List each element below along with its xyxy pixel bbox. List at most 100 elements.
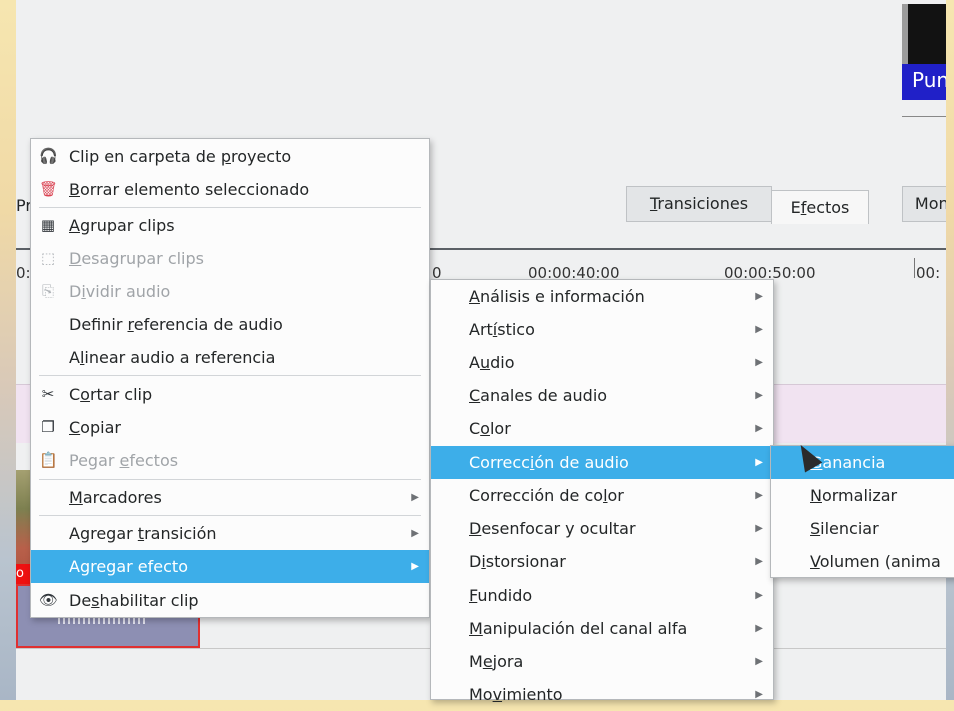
submenu-item-audio-correction[interactable]: Corrección de audio ▶ — [431, 446, 773, 479]
submenu-arrow-icon: ▶ — [755, 357, 763, 368]
submenu-item-distort[interactable]: Distorsionar ▶ — [431, 545, 773, 578]
menu-item-label: Distorsionar — [469, 552, 566, 571]
submenu-arrow-icon: ▶ — [755, 623, 763, 634]
submenu-arrow-icon: ▶ — [755, 291, 763, 302]
menu-item-align-audio[interactable]: Alinear audio a referencia — [31, 341, 429, 374]
submenu-arrow-icon: ▶ — [755, 423, 763, 434]
submenu-item-color-correction[interactable]: Corrección de color ▶ — [431, 479, 773, 512]
tab-label: Moni — [914, 194, 946, 213]
menu-item-label: Agrupar clips — [69, 216, 175, 235]
group-icon: ▦ — [40, 216, 56, 234]
submenu-arrow-icon: ▶ — [755, 556, 763, 567]
submenu-item-motion[interactable]: Movimiento ▶ — [431, 678, 773, 711]
menu-item-label: Desagrupar clips — [69, 249, 204, 268]
menu-item-label: Corrección de color — [469, 486, 624, 505]
menu-item-label: Copiar — [69, 418, 121, 437]
submenu-item-audio[interactable]: Audio ▶ — [431, 346, 773, 379]
menu-item-ungroup-clips[interactable]: ⬚ Desagrupar clips — [31, 242, 429, 275]
menu-item-label: Corrección de audio — [469, 453, 629, 472]
menu-item-label: Pegar efectos — [69, 451, 179, 470]
tab-effects[interactable]: Efectos — [771, 190, 869, 224]
menu-item-label: Artístico — [469, 320, 535, 339]
menu-item-label: Definir referencia de audio — [69, 315, 283, 334]
tab-label: ransiciones — [657, 194, 749, 213]
menu-item-label: Agregar efecto — [69, 557, 188, 576]
submenu-item-audio-channels[interactable]: Canales de audio ▶ — [431, 379, 773, 412]
submenu-item-blur-hide[interactable]: Desenfocar y ocultar ▶ — [431, 512, 773, 545]
menu-item-label: Marcadores — [69, 488, 162, 507]
scissors-icon: ✂ — [41, 385, 55, 403]
trash-icon: 🗑 — [39, 180, 59, 198]
split-audio-icon: ⎘ — [41, 282, 54, 300]
submenu-arrow-icon: ▶ — [411, 528, 419, 539]
menu-item-group-clips[interactable]: ▦ Agrupar clips — [31, 209, 429, 242]
ruler-tick-label: 00: — [916, 264, 941, 282]
submenu-arrow-icon: ▶ — [755, 390, 763, 401]
ungroup-icon: ⬚ — [40, 249, 56, 267]
menu-item-disable-clip[interactable]: 👁 Deshabilitar clip — [31, 584, 429, 617]
menu-item-label: Borrar elemento seleccionado — [69, 180, 310, 199]
menu-item-label: Análisis e información — [469, 287, 645, 306]
submenu-item-normalize[interactable]: Normalizar — [771, 479, 954, 512]
monitor-title: Punt — [902, 64, 946, 100]
paste-effects-icon: 📋 — [39, 451, 58, 469]
menu-item-add-effect[interactable]: Agregar efecto ▶ — [31, 550, 429, 583]
audio-correction-submenu: Ganancia Normalizar Silenciar Volumen (a… — [770, 445, 954, 578]
submenu-arrow-icon: ▶ — [411, 561, 419, 572]
submenu-arrow-icon: ▶ — [755, 523, 763, 534]
menu-separator — [39, 207, 421, 208]
submenu-item-mute[interactable]: Silenciar — [771, 512, 954, 545]
submenu-item-fade[interactable]: Fundido ▶ — [431, 579, 773, 612]
menu-item-paste-effects[interactable]: 📋 Pegar efectos — [31, 444, 429, 477]
menu-item-delete-selected[interactable]: 🗑 Borrar elemento seleccionado — [31, 173, 429, 206]
menu-item-set-audio-reference[interactable]: Definir referencia de audio — [31, 308, 429, 341]
clip-context-menu: 🎧 Clip en carpeta de proyecto 🗑 Borrar e… — [30, 138, 430, 618]
menu-item-label: Volumen (anima — [810, 552, 941, 571]
menu-item-label: Silenciar — [810, 519, 879, 538]
menu-item-label: Fundido — [469, 586, 533, 605]
menu-item-label: Mejora — [469, 652, 524, 671]
ruler-tick — [914, 258, 915, 278]
tab-transitions[interactable]: Transiciones — [626, 186, 772, 222]
submenu-item-artistic[interactable]: Artístico ▶ — [431, 313, 773, 346]
menu-separator — [39, 375, 421, 376]
submenu-arrow-icon: ▶ — [755, 590, 763, 601]
menu-item-label: Deshabilitar clip — [69, 591, 199, 610]
menu-item-label: Normalizar — [810, 486, 898, 505]
monitor-preview-dark — [908, 4, 946, 64]
menu-item-split-audio[interactable]: ⎘ Dividir audio — [31, 275, 429, 308]
menu-item-label: Audio — [469, 353, 515, 372]
menu-item-add-transition[interactable]: Agregar transición ▶ — [31, 517, 429, 550]
menu-item-label: Dividir audio — [69, 282, 171, 301]
menu-item-cut-clip[interactable]: ✂ Cortar clip — [31, 378, 429, 411]
submenu-item-alpha-channel[interactable]: Manipulación del canal alfa ▶ — [431, 612, 773, 645]
divider — [902, 116, 946, 117]
menu-item-label: Color — [469, 419, 511, 438]
menu-item-label: Cortar clip — [69, 385, 153, 404]
menu-item-label: Movimiento — [469, 685, 563, 704]
copy-icon: ❐ — [41, 418, 55, 436]
tab-monitor[interactable]: Moni — [902, 186, 946, 222]
menu-item-markers[interactable]: Marcadores ▶ — [31, 481, 429, 514]
menu-item-copy[interactable]: ❐ Copiar — [31, 411, 429, 444]
menu-item-label: Clip en carpeta de proyecto — [69, 147, 292, 166]
submenu-arrow-icon: ▶ — [755, 689, 763, 700]
menu-item-label: Manipulación del canal alfa — [469, 619, 688, 638]
menu-item-label: Agregar transición — [69, 524, 217, 543]
menu-item-label: Desenfocar y ocultar — [469, 519, 636, 538]
menu-item-label: Canales de audio — [469, 386, 608, 405]
menu-item-clip-in-project-folder[interactable]: 🎧 Clip en carpeta de proyecto — [31, 140, 429, 173]
submenu-item-color[interactable]: Color ▶ — [431, 412, 773, 445]
ruler-tick-label: 0: — [16, 264, 31, 282]
submenu-arrow-icon: ▶ — [755, 490, 763, 501]
submenu-item-enhance[interactable]: Mejora ▶ — [431, 645, 773, 678]
menu-item-label: Alinear audio a referencia — [69, 348, 276, 367]
submenu-arrow-icon: ▶ — [755, 324, 763, 335]
submenu-item-analysis[interactable]: Análisis e información ▶ — [431, 280, 773, 313]
submenu-arrow-icon: ▶ — [755, 457, 763, 468]
tab-label: ectos — [806, 198, 850, 217]
folder-audio-icon: 🎧 — [39, 147, 58, 165]
submenu-arrow-icon: ▶ — [411, 492, 419, 503]
submenu-item-volume[interactable]: Volumen (anima — [771, 545, 954, 578]
submenu-arrow-icon: ▶ — [755, 656, 763, 667]
